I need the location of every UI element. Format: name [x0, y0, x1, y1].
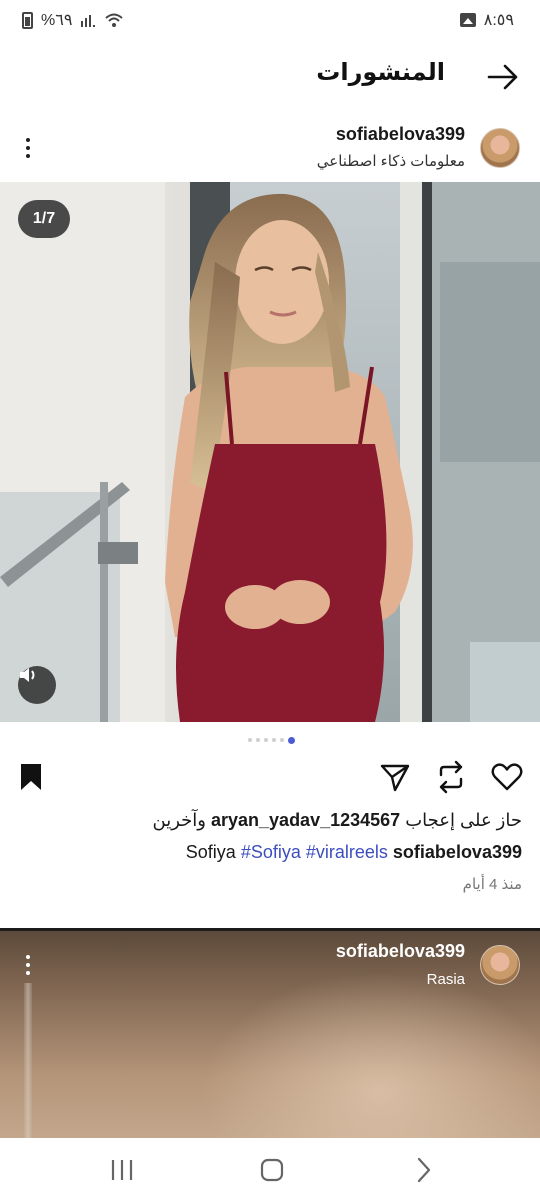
avatar[interactable] [480, 945, 520, 985]
post-subtitle[interactable]: Rasia [427, 971, 465, 988]
likes-user[interactable]: aryan_yadav_1234567 [211, 810, 400, 830]
volume-icon[interactable] [18, 666, 56, 704]
post-actions [0, 756, 540, 800]
pager-dot [263, 738, 268, 742]
likes-suffix: وآخرين [152, 810, 206, 830]
back-chevron-icon[interactable] [408, 1154, 440, 1186]
photo-illustration [0, 182, 540, 722]
post-header: sofiabelova399 معلومات ذكاء اصطناعي [0, 116, 540, 182]
top-bar: المنشورات [0, 40, 540, 116]
avatar[interactable] [480, 128, 520, 168]
background-glow [200, 971, 540, 1138]
caption-username[interactable]: sofiabelova399 [393, 842, 522, 862]
recent-apps-icon[interactable] [106, 1154, 138, 1186]
battery-icon [22, 11, 33, 29]
hashtag[interactable]: #viralreels [306, 842, 388, 862]
image-counter: 1/7 [18, 200, 70, 238]
pager-dot [271, 738, 276, 742]
status-bar: %٦٩ ٨:٥٩ [0, 0, 540, 40]
wifi-icon [105, 13, 124, 27]
signal-icon [81, 15, 96, 27]
clock: ٨:٥٩ [483, 12, 514, 29]
likes-summary[interactable]: حاز على إعجاب aryan_yadav_1234567 وآخرين [153, 810, 522, 831]
post-username[interactable]: sofiabelova399 [336, 124, 465, 145]
caption-text: Sofiya [185, 842, 236, 862]
carousel-indicator [0, 737, 540, 744]
more-options-icon[interactable] [18, 134, 38, 162]
battery-percent: %٦٩ [41, 12, 73, 29]
pager-dot [247, 738, 252, 742]
pager-dot [279, 738, 284, 742]
gallery-icon [459, 13, 476, 27]
next-post[interactable]: sofiabelova399 Rasia [0, 928, 540, 1138]
send-icon[interactable] [378, 760, 412, 794]
repost-icon[interactable] [434, 760, 468, 794]
likes-prefix: حاز على إعجاب [405, 810, 522, 830]
pager-dot-active [287, 737, 295, 744]
caption: Sofiya #Sofiya #viralreels sofiabelova39… [186, 842, 522, 863]
heart-icon[interactable] [490, 760, 524, 794]
bookmark-icon[interactable] [14, 760, 48, 794]
post-subtitle[interactable]: معلومات ذكاء اصطناعي [317, 152, 465, 170]
background-pole [24, 983, 32, 1138]
post-image[interactable]: 1/7 [0, 182, 540, 722]
post-username[interactable]: sofiabelova399 [336, 941, 465, 962]
speaker-icon [20, 668, 35, 682]
pager-dot [255, 738, 260, 742]
page-title: المنشورات [316, 59, 445, 86]
more-options-icon[interactable] [18, 951, 38, 979]
arrow-right-icon[interactable] [486, 62, 520, 92]
system-nav-bar [0, 1138, 540, 1200]
status-right: ٨:٥٩ [459, 10, 514, 30]
post-time: منذ 4 أيام [462, 876, 522, 893]
home-icon[interactable] [256, 1154, 288, 1186]
hashtag[interactable]: #Sofiya [241, 842, 301, 862]
status-left: %٦٩ [22, 10, 124, 30]
